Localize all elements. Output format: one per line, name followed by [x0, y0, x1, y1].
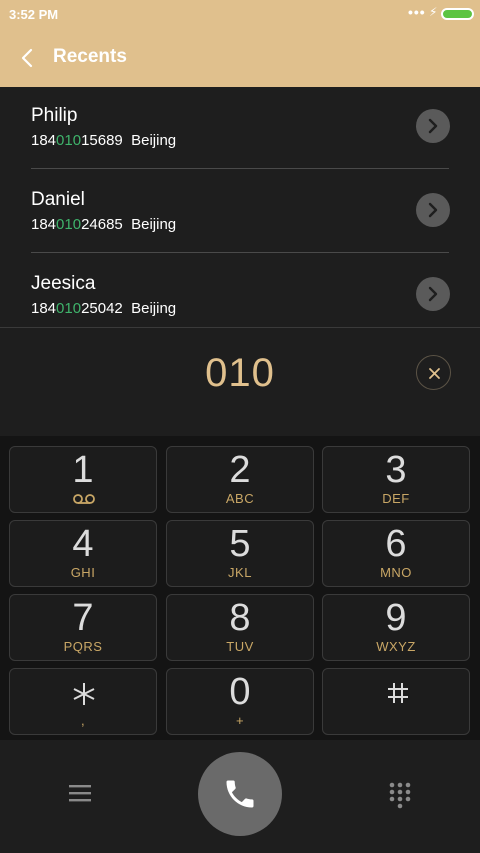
menu-icon	[69, 785, 91, 802]
key-9[interactable]: 9 WXYZ	[322, 594, 470, 661]
key-digit: 9	[385, 597, 407, 639]
key-8[interactable]: 8 TUV	[166, 594, 314, 661]
call-button[interactable]	[198, 752, 282, 836]
key-letters: ABC	[225, 491, 255, 506]
chevron-right-icon	[428, 202, 438, 218]
key-digit: 0	[229, 671, 251, 713]
status-bar: 3:52 PM ••• ⚡	[0, 0, 480, 28]
key-4[interactable]: 4 GHI	[9, 520, 157, 587]
menu-button[interactable]	[68, 783, 92, 803]
contact-number: 18401024685 Beijing	[31, 216, 177, 233]
dialed-number[interactable]: 010	[0, 351, 480, 396]
recents-list[interactable]: Philip 18401015689 Beijing Daniel 184010…	[0, 87, 480, 327]
key-letters: TUV	[226, 639, 254, 654]
charging-icon: ⚡	[429, 5, 438, 19]
key-digit: 4	[72, 523, 94, 565]
contact-number: 18401025042 Beijing	[31, 300, 177, 317]
key-3[interactable]: 3 DEF	[322, 446, 470, 513]
key-6[interactable]: 6 MNO	[322, 520, 470, 587]
contact-number: 18401015689 Beijing	[31, 132, 177, 149]
key-2[interactable]: 2 ABC	[166, 446, 314, 513]
chevron-right-icon	[428, 286, 438, 302]
app-bar: Recents	[0, 28, 480, 87]
overflow-dots-icon: •••	[408, 4, 426, 20]
contact-name: Daniel	[31, 189, 85, 210]
chevron-right-icon	[428, 118, 438, 134]
star-key-icon	[73, 683, 95, 705]
key-digit: 2	[229, 449, 251, 491]
key-digit: 8	[229, 597, 251, 639]
key-digit: 5	[229, 523, 251, 565]
dialpad-toggle-button[interactable]	[389, 782, 411, 810]
key-digit: 3	[385, 449, 407, 491]
page-title: Recents	[53, 46, 127, 67]
key-letters: DEF	[382, 491, 410, 506]
voicemail-icon	[73, 494, 95, 504]
dial-pad: 1 2 ABC 3 DEF 4 GHI 5 JKL 6 MNO 7 PQRS 8…	[0, 436, 480, 740]
battery-icon	[441, 8, 474, 20]
number-entry: 010	[0, 327, 480, 436]
key-digit: 7	[72, 597, 94, 639]
dialpad-icon	[389, 782, 411, 809]
status-time: 3:52 PM	[9, 7, 59, 22]
pound-key-icon	[388, 683, 408, 703]
back-button[interactable]	[14, 44, 42, 72]
key-letters: WXYZ	[376, 639, 416, 654]
key-letters: GHI	[70, 565, 96, 580]
key-letters: JKL	[228, 565, 252, 580]
contact-detail-button[interactable]	[416, 277, 450, 311]
chevron-left-icon	[21, 48, 33, 68]
key-1[interactable]: 1	[9, 446, 157, 513]
key-0[interactable]: 0 +	[166, 668, 314, 735]
contact-name: Philip	[31, 105, 78, 126]
key-digit: 6	[385, 523, 407, 565]
key-7[interactable]: 7 PQRS	[9, 594, 157, 661]
contact-detail-button[interactable]	[416, 193, 450, 227]
close-icon	[429, 368, 440, 379]
key-letters: MNO	[380, 565, 412, 580]
clear-button[interactable]	[416, 355, 451, 390]
key-pound[interactable]	[322, 668, 470, 735]
key-letters: ,	[80, 713, 86, 728]
bottom-bar	[0, 740, 480, 853]
key-digit: 1	[72, 449, 94, 491]
contact-name: Jeesica	[31, 273, 96, 294]
key-star[interactable]: ,	[9, 668, 157, 735]
key-letters: PQRS	[63, 639, 103, 654]
key-5[interactable]: 5 JKL	[166, 520, 314, 587]
list-item[interactable]: Jeesica 18401025042 Beijing	[0, 253, 480, 327]
key-letters: +	[235, 713, 245, 728]
phone-icon	[226, 780, 254, 808]
list-item[interactable]: Daniel 18401024685 Beijing	[0, 169, 480, 253]
list-item[interactable]: Philip 18401015689 Beijing	[0, 87, 480, 169]
contact-detail-button[interactable]	[416, 109, 450, 143]
